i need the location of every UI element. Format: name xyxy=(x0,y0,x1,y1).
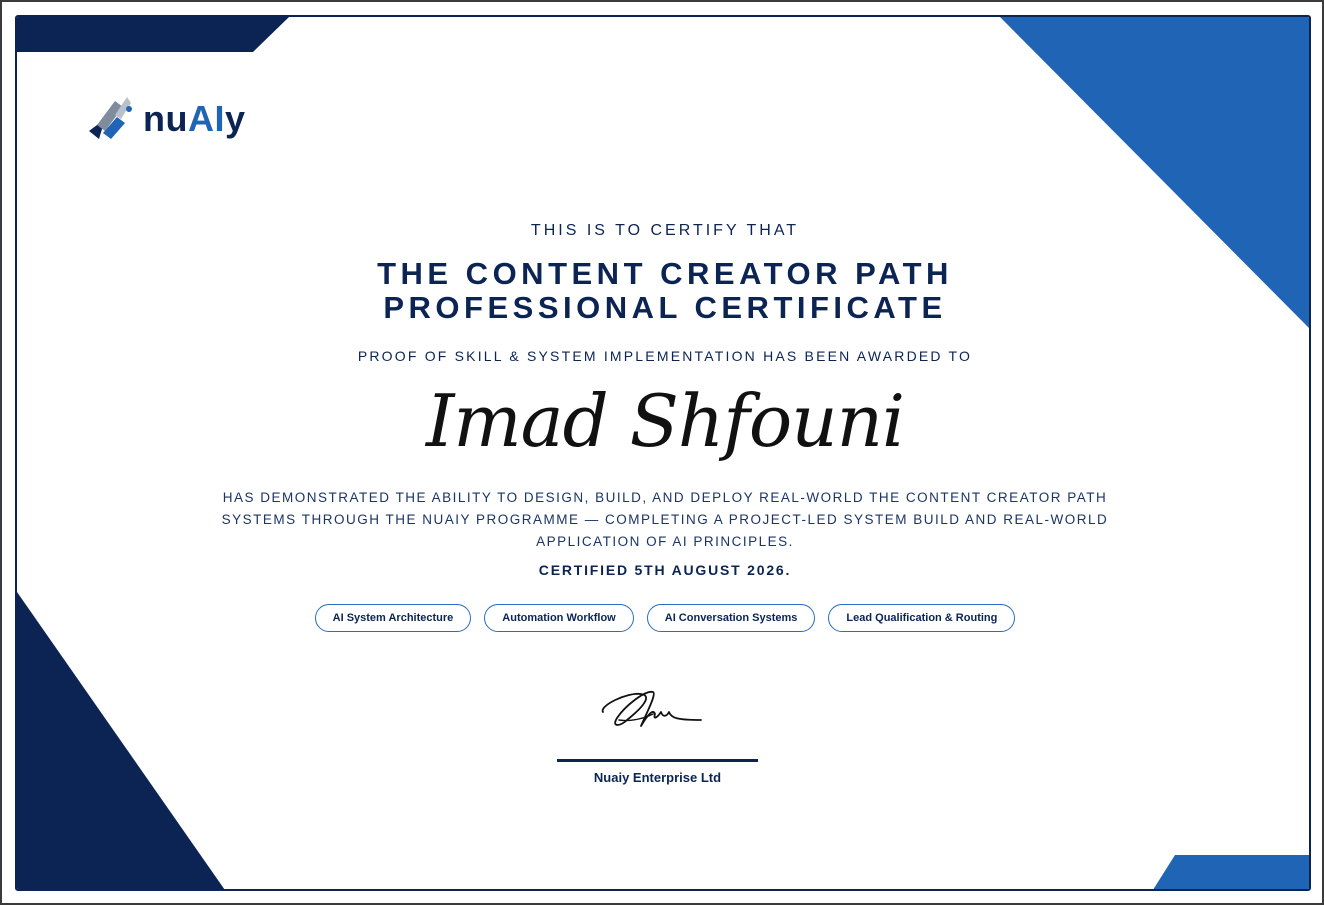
logo: nuAIy xyxy=(87,89,246,149)
skill-pill-lead-qualification-routing: Lead Qualification & Routing xyxy=(828,604,1016,632)
recipient-name: Imad Shfouni xyxy=(425,379,905,463)
bottom-left-corner-triangle xyxy=(17,592,225,889)
skill-pill-ai-conversation-systems: AI Conversation Systems xyxy=(646,604,816,632)
nuaiy-logo-icon xyxy=(89,97,132,139)
signature-line xyxy=(557,759,758,762)
handwritten-signature xyxy=(602,691,702,727)
skill-pill-ai-system-architecture: AI System Architecture xyxy=(314,604,472,632)
certify-intro: THIS IS TO CERTIFY THAT xyxy=(530,222,800,239)
title-line-2: PROFESSIONAL CERTIFICATE xyxy=(383,290,947,325)
bottom-right-corner-band xyxy=(1153,855,1309,889)
title-line-1: THE CONTENT CREATOR PATH xyxy=(377,256,953,291)
logo-wordmark: nuAIy xyxy=(143,98,246,139)
signer-name: Nuaiy Enterprise Ltd xyxy=(593,770,722,785)
achievement-description: HAS DEMONSTRATED THE ABILITY TO DESIGN, … xyxy=(221,490,1109,549)
top-left-corner-band xyxy=(17,17,289,52)
skill-pill-automation-workflow: Automation Workflow xyxy=(484,604,634,632)
awarded-to-text: PROOF OF SKILL & SYSTEM IMPLEMENTATION H… xyxy=(357,348,973,364)
page-frame: nuAIy THIS IS TO CERTIFY THAT THE CONTEN… xyxy=(0,0,1324,905)
certificate-title: THE CONTENT CREATOR PATH PROFESSIONAL CE… xyxy=(17,256,1309,325)
certified-date: CERTIFIED 5TH AUGUST 2026. xyxy=(538,562,792,578)
skill-pills: AI System Architecture Automation Workfl… xyxy=(17,604,1309,632)
certificate: nuAIy THIS IS TO CERTIFY THAT THE CONTEN… xyxy=(15,15,1311,891)
